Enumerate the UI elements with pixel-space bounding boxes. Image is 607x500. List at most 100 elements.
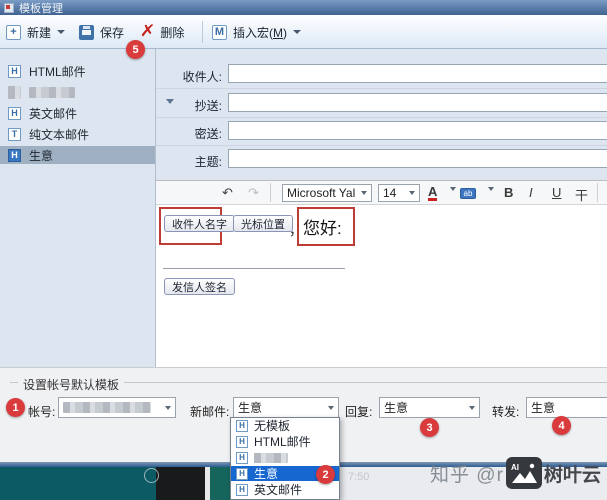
recipient-label: 收件人: [182,70,222,84]
chevron-down-icon [165,405,171,410]
toolbar-separator [202,21,203,43]
annotation-step-5: 5 [126,40,145,59]
font-size-select[interactable]: 14 [378,184,420,202]
html-template-icon: H [236,451,248,464]
sidebar-item-label: 生意 [29,148,54,163]
html-template-icon: H [236,419,248,432]
annotation-step-3: 3 [420,418,439,437]
dropdown-item-html-mail[interactable]: H HTML邮件 [231,434,339,449]
redacted-text [29,86,75,98]
macro-recipient-name-chip[interactable]: 收件人名字 [164,215,235,232]
forward-template-value: 生意 [531,401,556,415]
greeting-text: 您好: [303,219,342,238]
bold-button[interactable]: B [504,185,513,200]
subject-label: 主题: [194,155,222,169]
desktop-dark-region [156,467,205,500]
message-header-form: 收件人: 抄送: 密送: 主题: [156,49,607,180]
dropdown-item-redacted[interactable]: H [231,450,339,465]
html-template-icon: H [8,148,21,162]
font-family-value: Microsoft Yal [287,186,356,200]
new-mail-template-value: 生意 [238,401,263,415]
redo-icon[interactable]: ↷ [248,185,259,201]
chevron-down-icon [293,30,301,34]
chevron-down-icon[interactable] [484,187,494,206]
sidebar-item-shengyi-selected[interactable]: H 生意 [0,146,155,164]
app-icon [4,2,14,13]
sidebar-item-label: 纯文本邮件 [29,127,90,142]
image-watermark-icon: AI [505,457,542,489]
svg-text:AI: AI [511,463,519,472]
row-divider [156,88,607,89]
window-title: 模板管理 [19,2,63,15]
save-button[interactable]: 保存 [79,22,124,42]
forward-template-select[interactable]: 生意 [526,397,607,418]
watermark: 知乎 @r AI 树叶云 [430,455,601,491]
new-mail-template-select[interactable]: 生意 [233,397,339,418]
row-divider [156,117,607,118]
sidebar-item-html-mail[interactable]: H HTML邮件 [0,62,155,80]
highlight-color-button[interactable]: ab [460,188,476,199]
recipient-input[interactable] [228,64,607,83]
reply-template-select[interactable]: 生意 [379,397,480,418]
dropdown-item-no-template[interactable]: H 无模板 [231,418,339,433]
text-template-icon: T [8,127,21,141]
toolbar-separator [270,183,271,202]
delete-button[interactable]: ✗ 删除 [139,22,185,42]
main-toolbar: + 新建 保存 ✗ 删除 M 插入宏(M) [0,15,607,49]
template-list-sidebar: H HTML邮件 H 英文邮件 T 纯文本邮件 H 生意 [0,49,156,367]
dropdown-item-label: HTML邮件 [254,435,311,449]
editor-format-toolbar: ↶ ↷ Microsoft Yal 14 A ab B I U 干 [156,180,607,206]
sidebar-item-plaintext-mail[interactable]: T 纯文本邮件 [0,125,155,143]
sidebar-item-label: HTML邮件 [29,64,86,79]
account-select[interactable] [58,397,176,418]
account-label: 帐号: [28,405,56,419]
desktop-thumbnail [210,467,230,500]
chevron-down-icon [361,191,367,195]
template-editor-body[interactable]: 收件人名字 光标位置 ， 您好: 发信人签名 [156,205,607,367]
new-icon: + [6,24,21,40]
bcc-input[interactable] [228,121,607,140]
chevron-down-icon [57,30,66,34]
insert-macro-button[interactable]: M 插入宏(M) [212,22,301,42]
undo-icon[interactable]: ↶ [222,185,233,201]
annotation-step-2: 2 [316,465,335,484]
bcc-label: 密送: [194,127,222,141]
watermark-suffix-text: 树叶云 [543,464,601,486]
cc-input[interactable] [228,93,607,112]
macro-sender-signature-chip[interactable]: 发信人签名 [164,278,235,295]
new-label: 新建 [27,25,52,40]
title-bar: 模板管理 [0,0,607,15]
macro-cursor-position-chip[interactable]: 光标位置 [233,215,293,232]
chevron-down-icon [469,405,475,410]
save-icon [79,24,94,40]
html-template-icon: H [236,483,248,496]
annotation-step-1: 1 [6,398,25,417]
chevron-down-icon [328,405,334,410]
sidebar-item-label: 英文邮件 [29,106,78,121]
html-template-icon: H [8,64,21,78]
dropdown-item-label: 英文邮件 [254,483,303,497]
font-color-button[interactable]: A [428,185,438,201]
insert-macro-label: 插入宏(M) [233,25,287,40]
toolbar-separator [597,183,598,202]
html-template-icon: H [8,106,21,120]
underline-button[interactable]: U [552,185,561,200]
forward-label: 转发: [492,405,520,419]
font-family-select[interactable]: Microsoft Yal [282,184,372,202]
save-label: 保存 [100,25,125,40]
sidebar-item-redacted[interactable] [0,83,155,101]
html-template-icon: H [236,467,248,480]
delete-icon: ✗ [139,23,156,40]
reply-template-value: 生意 [384,401,409,415]
new-button[interactable]: + 新建 [6,22,66,42]
italic-button[interactable]: I [529,185,533,200]
circle-badge-icon [144,468,159,483]
dropdown-item-english-mail[interactable]: H 英文邮件 [231,482,339,497]
subject-input[interactable] [228,149,607,168]
chevron-down-icon[interactable] [446,187,456,206]
row-divider [156,145,607,146]
strikethrough-button[interactable]: 干 [575,185,588,204]
sidebar-item-english-mail[interactable]: H 英文邮件 [0,104,155,122]
reply-label: 回复: [345,405,373,419]
groupbox-legend: 设置帐号默认模板 [18,376,125,393]
